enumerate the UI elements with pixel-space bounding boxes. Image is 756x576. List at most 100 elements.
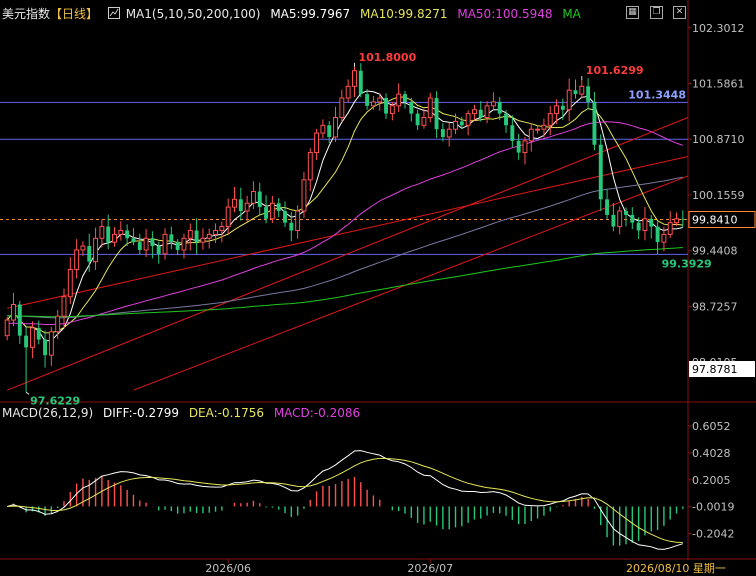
candle-body (339, 97, 345, 119)
candle-body (617, 210, 623, 228)
candle-91 (579, 80, 585, 98)
candle-50 (320, 119, 326, 139)
candle-body (459, 121, 464, 126)
ma200-line (7, 247, 683, 318)
candle-63 (403, 90, 407, 109)
candle-body (636, 222, 641, 231)
candle-body (264, 207, 269, 219)
candle-102 (649, 214, 654, 239)
candle-83 (528, 123, 534, 152)
candle-body (415, 113, 420, 126)
candle-0 (4, 316, 10, 341)
candle-body (409, 101, 414, 114)
candle-body (206, 233, 212, 239)
candle-body (269, 202, 275, 220)
current-price-label: 99.8410 (692, 213, 738, 226)
candle-body (667, 222, 673, 235)
candle-body (257, 191, 262, 208)
candle-2 (17, 300, 22, 344)
candle-body (17, 304, 22, 336)
candle-body (541, 124, 547, 130)
candle-11 (74, 239, 80, 279)
cursor-price-label: 97.8781 (692, 363, 738, 376)
candle-body (547, 113, 553, 126)
candle-body (61, 296, 67, 317)
candle-body (87, 246, 92, 262)
candle-18 (118, 221, 124, 241)
candle-9 (61, 288, 67, 328)
candle-53 (339, 89, 345, 123)
candle-body (611, 214, 616, 227)
candle-body (118, 229, 124, 235)
macd-tick-label: -0.2042 (692, 528, 734, 541)
candle-96 (611, 203, 616, 232)
candle-10 (67, 257, 73, 304)
candle-68 (434, 91, 439, 138)
candle-body (370, 101, 376, 107)
candle-55 (352, 66, 357, 98)
price-tick-label: 100.8710 (692, 133, 745, 146)
candle-body (484, 105, 490, 118)
candle-body (333, 117, 338, 138)
candle-76 (484, 101, 490, 124)
candle-34 (219, 221, 225, 243)
x-tick-label: 2026/06 (205, 562, 251, 575)
candle-29 (187, 223, 193, 251)
candle-21 (137, 233, 142, 255)
candle-body (112, 233, 117, 243)
candle-body (403, 94, 407, 102)
candle-body (250, 191, 256, 204)
candle-6 (43, 330, 48, 368)
candle-body (156, 246, 161, 254)
annotation-0: 101.8000 (358, 51, 416, 64)
candle-body (55, 315, 61, 333)
candle-body (181, 237, 187, 251)
candle-101 (642, 206, 648, 241)
candle-body (244, 202, 250, 212)
candle-body (642, 218, 648, 231)
annotation-4: 97.6229 (30, 394, 80, 407)
candle-body (276, 203, 281, 211)
candle-54 (345, 79, 351, 102)
candle-body (327, 125, 332, 137)
candle-body (522, 140, 528, 154)
candle-body (655, 226, 660, 243)
candle-17 (112, 227, 117, 247)
candle-body (289, 222, 294, 231)
candle-body (131, 238, 136, 243)
candle-93 (592, 91, 597, 151)
candle-body (421, 117, 427, 126)
candle-body (497, 101, 502, 114)
candle-body (446, 128, 452, 138)
candle-body (99, 226, 105, 239)
macd-tick-label: 0.6052 (692, 420, 731, 433)
candle-body (67, 268, 73, 298)
candle-47 (301, 171, 307, 218)
candle-74 (471, 104, 477, 121)
candle-body (680, 218, 685, 220)
candle-12 (80, 241, 86, 257)
candle-105 (667, 211, 673, 238)
price-chart[interactable]: 101.8000 101.6299 101.3448 99.3929 97.6229 1… (0, 0, 756, 576)
candle-body (598, 144, 603, 200)
candle-body (352, 70, 357, 87)
candle-48 (307, 148, 313, 192)
candle-77 (490, 92, 496, 110)
candle-66 (421, 108, 427, 129)
candle-22 (143, 228, 149, 258)
candle-body (624, 211, 628, 215)
candle-body (605, 199, 610, 215)
candle-body (283, 211, 287, 223)
candle-body (238, 199, 243, 211)
candle-body (427, 97, 433, 119)
candle-body (314, 132, 320, 154)
candle-88 (560, 98, 565, 120)
candle-89 (566, 78, 572, 122)
candle-body (586, 86, 591, 102)
candle-body (125, 230, 130, 239)
price-tick-label: 102.3012 (692, 22, 745, 35)
candle-body (43, 339, 48, 356)
candle-44 (283, 201, 287, 227)
candle-body (295, 210, 301, 231)
candle-body (453, 120, 458, 130)
